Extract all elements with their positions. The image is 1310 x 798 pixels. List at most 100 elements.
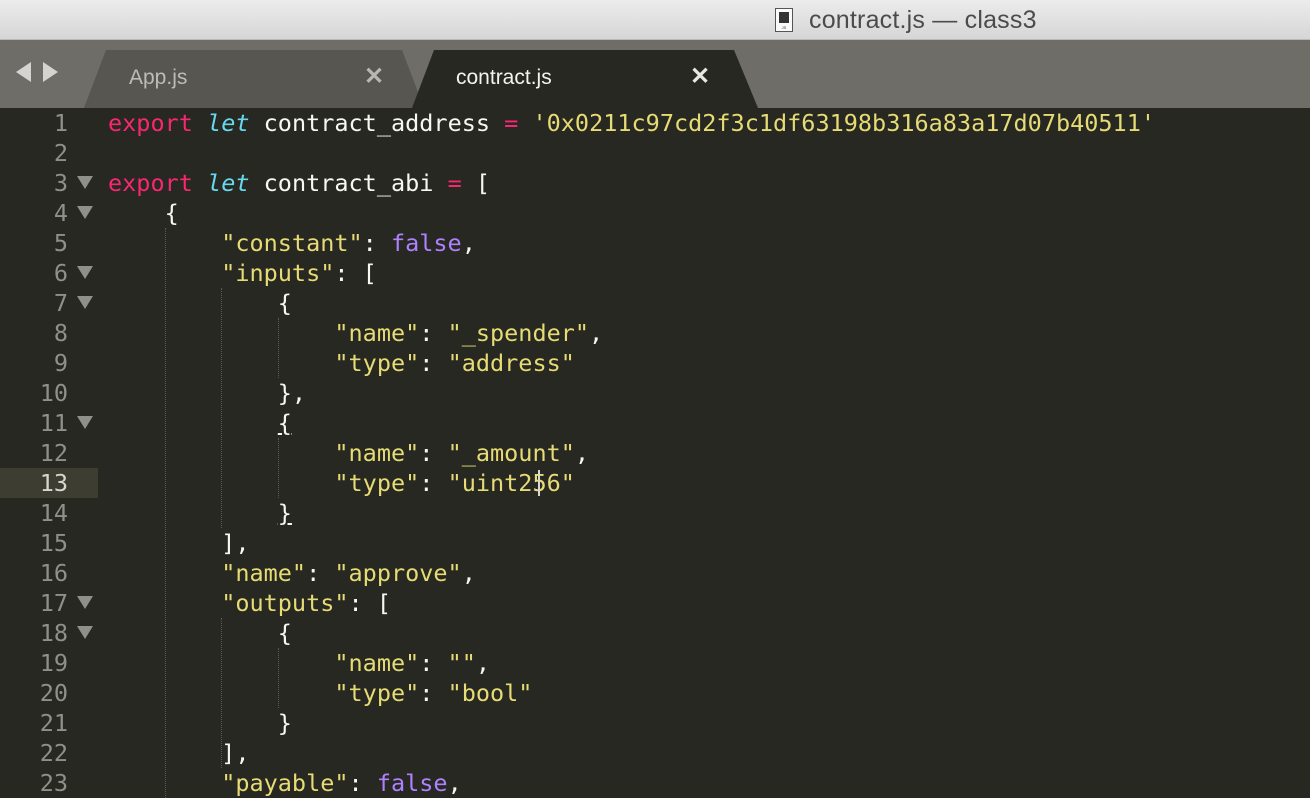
code-text: export let contract_abi = [ xyxy=(108,168,490,198)
code-line[interactable]: 11 { xyxy=(0,408,1310,438)
tab-app-js[interactable]: App.js ✕ xyxy=(84,50,424,108)
fold-arrow-icon[interactable] xyxy=(77,206,93,219)
code-text: "constant": false, xyxy=(108,228,476,258)
code-line[interactable]: 2 xyxy=(0,138,1310,168)
code-token: , xyxy=(461,229,476,257)
code-token: false xyxy=(390,229,462,257)
code-line[interactable]: 18 { xyxy=(0,618,1310,648)
window-title: contract.js — class3 xyxy=(809,5,1037,34)
code-line[interactable]: 3 export let contract_abi = [ xyxy=(0,168,1310,198)
fold-arrow-icon[interactable] xyxy=(77,296,93,309)
code-token: "type" xyxy=(334,469,420,497)
code-token: : xyxy=(419,649,448,677)
code-line[interactable]: 17 "outputs": [ xyxy=(0,588,1310,618)
code-line[interactable]: 4 { xyxy=(0,198,1310,228)
fold-arrow-icon[interactable] xyxy=(77,176,93,189)
line-number: 8 xyxy=(53,319,68,347)
code-line[interactable]: 7 { xyxy=(0,288,1310,318)
code-line[interactable]: 16 "name": "approve", xyxy=(0,558,1310,588)
code-text: export let contract_address = '0x0211c97… xyxy=(108,108,1155,138)
code-line[interactable]: 1 export let contract_address = '0x0211c9… xyxy=(0,108,1310,138)
code-text: "name": "_spender", xyxy=(108,318,603,348)
code-line[interactable]: 12 "name": "_amount", xyxy=(0,438,1310,468)
code-editor[interactable]: 1 export let contract_address = '0x0211c9… xyxy=(0,108,1310,798)
back-arrow-icon[interactable] xyxy=(16,62,31,82)
tab-bar: App.js ✕ contract.js ✕ xyxy=(0,40,1310,108)
text-cursor xyxy=(538,470,541,496)
code-token: { xyxy=(108,199,179,227)
code-token: : xyxy=(419,319,448,347)
fold-arrow-icon[interactable] xyxy=(77,416,93,429)
code-line[interactable]: 19 "name": "", xyxy=(0,648,1310,678)
tab-navigation xyxy=(16,62,58,82)
close-icon[interactable]: ✕ xyxy=(690,62,710,91)
code-token: , xyxy=(574,439,590,467)
fold-arrow-icon[interactable] xyxy=(77,596,93,609)
code-line[interactable]: 8 "name": "_spender", xyxy=(0,318,1310,348)
code-token: { xyxy=(108,619,292,647)
line-number: 6 xyxy=(53,259,68,287)
code-token: "name" xyxy=(334,319,420,347)
code-token: "_amount" xyxy=(447,439,575,467)
fold-arrow-icon[interactable] xyxy=(77,266,93,279)
code-text: } xyxy=(108,708,292,738)
code-token: "name" xyxy=(334,439,420,467)
tab-contract-js[interactable]: contract.js ✕ xyxy=(412,50,758,108)
code-text: "name": "_amount", xyxy=(108,438,589,468)
code-text: ], xyxy=(108,528,249,558)
code-text: { xyxy=(108,408,292,438)
code-token: "_spender" xyxy=(447,319,590,347)
code-line[interactable]: 9 "type": "address" xyxy=(0,348,1310,378)
code-line[interactable]: 14 } xyxy=(0,498,1310,528)
code-token: , xyxy=(589,319,604,347)
code-text: "payable": false, xyxy=(108,768,462,798)
close-icon[interactable]: ✕ xyxy=(364,62,384,91)
line-number: 11 xyxy=(39,409,68,437)
code-token: "bool" xyxy=(447,679,533,707)
code-text: { xyxy=(108,288,292,318)
code-line[interactable]: 13 "type": "uint256" xyxy=(0,468,1310,498)
code-line[interactable]: 23 "payable": false, xyxy=(0,768,1310,798)
code-token: : xyxy=(419,349,448,377)
code-token: : xyxy=(419,679,448,707)
line-number: 23 xyxy=(39,769,68,797)
code-token: export xyxy=(108,169,193,197)
line-number: 9 xyxy=(53,349,68,377)
code-token: , xyxy=(447,769,462,797)
line-number: 7 xyxy=(53,289,68,317)
line-number: 4 xyxy=(53,199,68,227)
code-text: "name": "approve", xyxy=(108,558,476,588)
title-wrap: JS contract.js — class3 xyxy=(775,5,1037,35)
code-token: "approve" xyxy=(334,559,462,587)
code-line[interactable]: 22 ], xyxy=(0,738,1310,768)
code-line[interactable]: 20 "type": "bool" xyxy=(0,678,1310,708)
code-token: "name" xyxy=(221,559,307,587)
code-text: "outputs": [ xyxy=(108,588,391,618)
code-token: : xyxy=(419,439,448,467)
code-token: let xyxy=(207,169,250,197)
code-line[interactable]: 5 "constant": false, xyxy=(0,228,1310,258)
code-token: : [ xyxy=(334,259,377,287)
code-token: : xyxy=(306,559,335,587)
code-line[interactable]: 21 } xyxy=(0,708,1310,738)
code-line[interactable]: 6 "inputs": [ xyxy=(0,258,1310,288)
code-token: export xyxy=(108,109,193,137)
code-line[interactable]: 15 ], xyxy=(0,528,1310,558)
code-line[interactable]: 10 }, xyxy=(0,378,1310,408)
code-token: "payable" xyxy=(221,769,349,797)
code-token: : xyxy=(348,769,377,797)
line-number: 17 xyxy=(39,589,68,617)
code-text: "type": "address" xyxy=(108,348,575,378)
forward-arrow-icon[interactable] xyxy=(43,62,58,82)
line-number: 13 xyxy=(39,469,68,497)
code-token: "inputs" xyxy=(221,259,335,287)
indent-guide xyxy=(277,318,279,378)
line-number: 15 xyxy=(39,529,68,557)
code-text: }, xyxy=(108,378,306,408)
code-token: } xyxy=(277,499,292,527)
fold-arrow-icon[interactable] xyxy=(77,626,93,639)
indent-guide xyxy=(221,288,223,528)
code-token: { xyxy=(277,409,292,437)
